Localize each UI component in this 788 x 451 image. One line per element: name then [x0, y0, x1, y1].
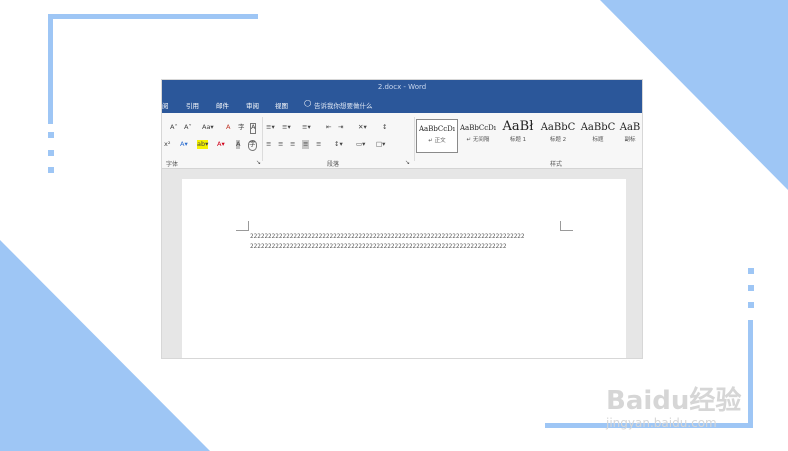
style-preview: AaBbCcDı — [460, 124, 496, 132]
font-dialog-launcher-icon[interactable]: ↘ — [256, 159, 261, 166]
menu-item-references[interactable]: 引用 — [186, 100, 199, 110]
left-dot-3 — [48, 167, 54, 173]
style-no-spacing[interactable]: AaBbCcDı ↵ 无间隔 — [458, 119, 498, 151]
tell-me-box[interactable]: 告诉我你想要做什么 — [314, 100, 373, 110]
style-preview: AaB — [619, 122, 641, 133]
justify-button[interactable]: ≡ — [302, 140, 310, 149]
left-dot-1 — [48, 132, 54, 138]
char-shading-button[interactable]: A — [236, 140, 241, 149]
paragraph-dialog-launcher-icon[interactable]: ↘ — [405, 159, 410, 166]
font-group-label: 字体 — [166, 161, 179, 168]
style-subtitle[interactable]: AaB 副标 — [618, 119, 642, 151]
line-spacing-button[interactable]: ↕▾ — [334, 140, 343, 149]
sort-button[interactable]: ↕ — [382, 123, 387, 132]
menu-item-layout[interactable]: 阅 — [162, 100, 169, 110]
right-dot-2 — [748, 285, 754, 291]
style-heading-2[interactable]: AaBbC 标题 2 — [538, 119, 578, 151]
right-dot-1 — [748, 268, 754, 274]
style-label: ↵ 无间隔 — [466, 137, 490, 143]
decrease-indent-button[interactable]: ⇤ — [326, 123, 331, 132]
grow-font-button[interactable]: A˄ — [170, 123, 178, 132]
crop-mark-right — [560, 221, 573, 231]
align-left-button[interactable]: ≡ — [266, 140, 271, 149]
style-preview: AaBbCcDı — [419, 125, 455, 133]
frame-top-line — [48, 14, 258, 19]
crop-mark-left — [236, 221, 249, 231]
word-window: 2.docx - Word 阅 引用 邮件 审阅 视图 ◯ 告诉我你想要做什么 … — [162, 80, 642, 358]
document-text-line-1[interactable]: 2222222222222222222222222222222222222222… — [250, 233, 560, 240]
bullets-button[interactable]: ≡▾ — [266, 123, 275, 132]
ribbon: A˄ A˅ Aa▾ A 字 A x² A▾ ab▾ A▾ A 字 字体 ↘ ≡▾… — [162, 113, 642, 169]
style-preview: AaBbC — [580, 122, 616, 133]
font-color-button[interactable]: A▾ — [217, 140, 225, 149]
left-dot-2 — [48, 150, 54, 156]
align-right-button[interactable]: ≡ — [290, 140, 295, 149]
document-area: 2222222222222222222222222222222222222222… — [162, 169, 642, 358]
style-preview: AaBł — [502, 119, 534, 134]
menu-item-view[interactable]: 视图 — [275, 100, 288, 110]
distribute-button[interactable]: ≡ — [316, 140, 321, 149]
document-text-line-2[interactable]: 2222222222222222222222222222222222222222… — [250, 243, 533, 250]
phonetic-guide-button[interactable]: 字 — [238, 123, 245, 132]
watermark-url: jingyan.baidu.com — [606, 416, 717, 430]
watermark-logo: Baidu经验 — [606, 386, 742, 416]
menu-bar: 阅 引用 邮件 审阅 视图 ◯ 告诉我你想要做什么 — [162, 96, 642, 113]
right-dot-3 — [748, 302, 754, 308]
document-page[interactable]: 2222222222222222222222222222222222222222… — [182, 179, 626, 358]
style-label: 标题 2 — [549, 137, 567, 143]
style-label: 标题 1 — [509, 137, 527, 143]
style-heading-1[interactable]: AaBł 标题 1 — [498, 119, 538, 151]
enclose-char-button[interactable]: 字 — [248, 140, 257, 151]
lightbulb-icon: ◯ — [304, 99, 312, 107]
menu-item-review[interactable]: 审阅 — [246, 100, 259, 110]
title-bar: 2.docx - Word — [162, 80, 642, 96]
style-preview: AaBbC — [540, 122, 576, 133]
window-title: 2.docx - Word — [377, 83, 427, 91]
style-label: 副标 — [624, 137, 636, 143]
menu-item-mailings[interactable]: 邮件 — [216, 100, 229, 110]
char-border-button[interactable]: A — [250, 123, 257, 134]
separator — [414, 117, 415, 161]
separator — [262, 117, 263, 161]
change-case-button[interactable]: Aa▾ — [202, 123, 214, 132]
frame-right-line — [748, 320, 753, 428]
shading-button[interactable]: ▭▾ — [356, 140, 365, 149]
style-title[interactable]: AaBbC 标题 — [578, 119, 618, 151]
paragraph-group-label: 段落 — [327, 161, 340, 168]
text-effects-button[interactable]: A▾ — [180, 140, 188, 149]
increase-indent-button[interactable]: ⇥ — [338, 123, 343, 132]
multilevel-list-button[interactable]: ≡▾ — [302, 123, 311, 132]
clear-format-button[interactable]: A — [226, 123, 230, 132]
style-label: 标题 — [592, 137, 604, 143]
align-center-button[interactable]: ≡ — [278, 140, 283, 149]
styles-group-label: 样式 — [550, 161, 563, 168]
frame-left-line — [48, 14, 53, 124]
shrink-font-button[interactable]: A˅ — [184, 123, 192, 132]
superscript-button[interactable]: x² — [164, 140, 170, 149]
style-normal[interactable]: AaBbCcDı ↵ 正文 — [416, 119, 458, 153]
numbering-button[interactable]: ≡▾ — [282, 123, 291, 132]
asian-layout-button[interactable]: ✕▾ — [358, 123, 367, 132]
borders-button[interactable]: □▾ — [376, 140, 385, 149]
style-label: ↵ 正文 — [428, 138, 446, 144]
highlight-button[interactable]: ab▾ — [197, 140, 209, 149]
